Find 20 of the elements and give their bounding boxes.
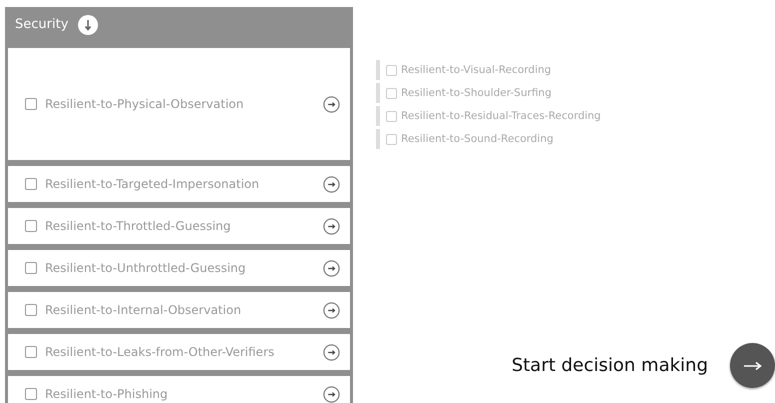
sub-criterion-label: Resilient-to-Sound-Recording bbox=[401, 133, 554, 145]
criterion-row[interactable]: Resilient-to-Targeted-Impersonation bbox=[8, 166, 350, 202]
panel-title: Security bbox=[15, 17, 68, 32]
sub-criterion-label: Resilient-to-Visual-Recording bbox=[401, 64, 552, 76]
sub-criterion-label: Resilient-to-Residual-Traces-Recording bbox=[401, 110, 601, 122]
criterion-row[interactable]: Resilient-to-Phishing bbox=[8, 376, 350, 403]
criterion-row[interactable]: Resilient-to-Physical-Observation bbox=[8, 48, 350, 160]
criterion-label: Resilient-to-Phishing bbox=[45, 387, 169, 401]
sub-criterion-label: Resilient-to-Shoulder-Surfing bbox=[401, 87, 552, 99]
criterion-row[interactable]: Resilient-to-Leaks-from-Other-Verifiers bbox=[8, 334, 350, 370]
criterion-label: Resilient-to-Targeted-Impersonation bbox=[45, 177, 260, 191]
criterion-label: Resilient-to-Unthrottled-Guessing bbox=[45, 261, 247, 275]
start-label: Start decision making bbox=[512, 355, 708, 376]
criterion-label: Resilient-to-Physical-Observation bbox=[45, 97, 245, 111]
criterion-row[interactable]: Resilient-to-Unthrottled-Guessing bbox=[8, 250, 350, 286]
criterion-label: Resilient-to-Internal-Observation bbox=[45, 303, 242, 317]
criterion-label: Resilient-to-Leaks-from-Other-Verifiers bbox=[45, 345, 276, 359]
criterion-label: Resilient-to-Throttled-Guessing bbox=[45, 219, 232, 233]
criterion-row[interactable]: Resilient-to-Internal-Observation bbox=[8, 292, 350, 328]
criterion-row[interactable]: Resilient-to-Throttled-Guessing bbox=[8, 208, 350, 244]
